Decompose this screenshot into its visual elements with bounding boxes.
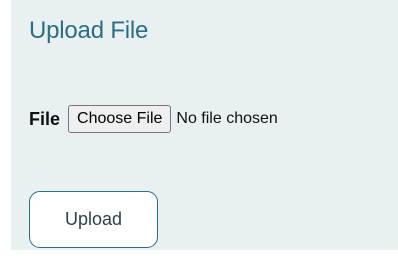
upload-panel: Upload File File Choose File No file cho… xyxy=(11,0,398,250)
file-status-text: No file chosen xyxy=(176,110,278,127)
file-input-row: File Choose File No file chosen xyxy=(29,104,278,134)
upload-button[interactable]: Upload xyxy=(29,191,158,248)
choose-file-button[interactable]: Choose File xyxy=(68,105,172,133)
file-label: File xyxy=(29,108,61,129)
form-title: Upload File xyxy=(29,17,149,44)
